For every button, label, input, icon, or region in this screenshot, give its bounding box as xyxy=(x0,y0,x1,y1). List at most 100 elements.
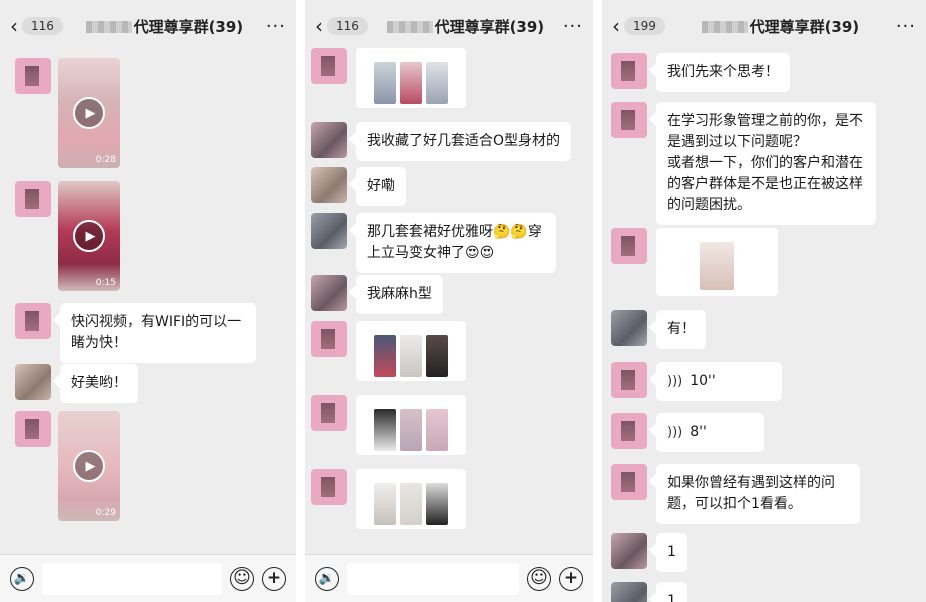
avatar[interactable] xyxy=(611,533,647,569)
avatar[interactable] xyxy=(611,464,647,500)
voice-icon[interactable]: 🔉 xyxy=(10,566,34,591)
chat-header: ‹ 116 代理尊享群(39) ··· xyxy=(0,0,296,52)
text-bubble[interactable]: 我收藏了好几套适合O型身材的 xyxy=(356,122,572,161)
redacted-name xyxy=(386,21,433,33)
chat-header: ‹ 116 代理尊享群(39) ··· xyxy=(305,0,593,52)
avatar[interactable] xyxy=(15,411,51,447)
card-thumbnails xyxy=(360,335,462,377)
message-row: 1 xyxy=(611,582,687,602)
group-title: 代理尊享群(39) xyxy=(665,16,896,37)
text-bubble[interactable]: 在学习形象管理之前的你，是不是遇到过以下问题呢？ 或者想一下，你们的客户和潜在的… xyxy=(656,102,876,225)
avatar[interactable] xyxy=(15,303,51,339)
message-row xyxy=(311,321,466,381)
voice-icon[interactable]: 🔉 xyxy=(315,566,339,591)
more-icon[interactable]: ··· xyxy=(266,16,286,37)
thumbnail-image xyxy=(426,409,448,451)
avatar[interactable] xyxy=(311,48,347,84)
link-card[interactable] xyxy=(356,321,466,381)
text-bubble[interactable]: 1 xyxy=(656,582,687,602)
thumbnail-image xyxy=(426,483,448,525)
link-card[interactable] xyxy=(356,48,466,108)
chevron-left-icon: ‹ xyxy=(10,14,18,38)
message-row xyxy=(311,469,466,529)
message-row xyxy=(611,228,778,296)
avatar[interactable] xyxy=(611,362,647,398)
message-input[interactable] xyxy=(42,562,222,595)
video-message[interactable]: ▶ 0:28 xyxy=(58,58,120,168)
avatar[interactable] xyxy=(611,53,647,89)
avatar[interactable] xyxy=(611,582,647,602)
group-title: 代理尊享群(39) xyxy=(63,16,266,37)
emoji-icon[interactable]: ☺ xyxy=(527,566,551,591)
more-icon[interactable]: ··· xyxy=(896,16,916,37)
chat-header: ‹ 199 代理尊享群(39) ··· xyxy=(602,0,926,52)
message-row: ▶ 0:28 xyxy=(15,58,120,168)
avatar[interactable] xyxy=(15,364,51,400)
input-bar: 🔉 ☺ + xyxy=(305,554,593,602)
chevron-left-icon: ‹ xyxy=(315,14,323,38)
thumbnail-image xyxy=(426,62,448,104)
video-message[interactable]: ▶ 0:15 xyxy=(58,181,120,291)
text-bubble[interactable]: 好美哟！ xyxy=(60,364,138,403)
voice-message[interactable]: ))) 8'' xyxy=(656,413,764,452)
avatar[interactable] xyxy=(15,181,51,217)
chat-panel-1: ‹ 116 代理尊享群(39) ··· ▶ 0:28 ▶ 0:15 快闪视频，有… xyxy=(0,0,296,602)
plus-icon[interactable]: + xyxy=(559,566,583,591)
video-message[interactable]: ▶ 0:29 xyxy=(58,411,120,521)
avatar[interactable] xyxy=(311,395,347,431)
message-row xyxy=(311,395,466,455)
card-thumbnails xyxy=(360,483,462,525)
plus-icon[interactable]: + xyxy=(262,566,286,591)
back-button[interactable]: ‹ 116 xyxy=(315,16,368,36)
thumbnail-image xyxy=(374,483,396,525)
avatar[interactable] xyxy=(311,122,347,158)
thumbnail-image xyxy=(426,335,448,377)
card-caption xyxy=(660,232,774,238)
card-caption xyxy=(360,52,462,58)
more-icon[interactable]: ··· xyxy=(563,16,583,37)
message-row: ))) 8'' xyxy=(611,413,764,452)
avatar[interactable] xyxy=(311,321,347,357)
avatar[interactable] xyxy=(311,275,347,311)
voice-duration: 10'' xyxy=(690,373,716,389)
unread-count-badge: 116 xyxy=(22,17,63,35)
back-button[interactable]: ‹ 116 xyxy=(10,16,63,36)
text-bubble[interactable]: 我麻麻h型 xyxy=(356,275,443,314)
unread-count-badge: 199 xyxy=(624,17,665,35)
text-bubble[interactable]: 快闪视频，有WIFI的可以一睹为快！ xyxy=(60,303,256,363)
link-card[interactable] xyxy=(356,469,466,529)
text-bubble[interactable]: 我们先来个思考！ xyxy=(656,53,790,92)
avatar[interactable] xyxy=(311,469,347,505)
message-row xyxy=(311,48,466,108)
avatar[interactable] xyxy=(311,213,347,249)
voice-wave-icon: ))) xyxy=(667,425,683,440)
avatar[interactable] xyxy=(311,167,347,203)
avatar[interactable] xyxy=(611,228,647,264)
video-duration: 0:28 xyxy=(95,155,116,165)
back-button[interactable]: ‹ 199 xyxy=(612,16,665,36)
message-row: 那几套套裙好优雅呀🤔🤔穿上立马变女神了😍😍 xyxy=(311,213,556,273)
text-bubble[interactable]: 有！ xyxy=(656,310,706,349)
message-row: 我麻麻h型 xyxy=(311,275,443,314)
thumbnail-image xyxy=(374,409,396,451)
redacted-name xyxy=(85,21,132,33)
avatar[interactable] xyxy=(611,102,647,138)
avatar[interactable] xyxy=(15,58,51,94)
link-card[interactable] xyxy=(656,228,778,296)
message-input[interactable] xyxy=(347,562,519,595)
video-duration: 0:15 xyxy=(95,278,116,288)
text-bubble[interactable]: 如果你曾经有遇到这样的问题，可以扣个1看看。 xyxy=(656,464,860,524)
thumbnail-image xyxy=(400,483,422,525)
link-card[interactable] xyxy=(356,395,466,455)
text-bubble[interactable]: 好嘞 xyxy=(356,167,406,206)
message-row: 我收藏了好几套适合O型身材的 xyxy=(311,122,572,161)
thumbnail-image xyxy=(400,62,422,104)
message-row: 好美哟！ xyxy=(15,364,138,403)
text-bubble[interactable]: 1 xyxy=(656,533,687,572)
text-bubble[interactable]: 那几套套裙好优雅呀🤔🤔穿上立马变女神了😍😍 xyxy=(356,213,556,273)
emoji-icon[interactable]: ☺ xyxy=(230,566,254,591)
avatar[interactable] xyxy=(611,413,647,449)
voice-message[interactable]: ))) 10'' xyxy=(656,362,782,401)
avatar[interactable] xyxy=(611,310,647,346)
message-row: 好嘞 xyxy=(311,167,406,206)
